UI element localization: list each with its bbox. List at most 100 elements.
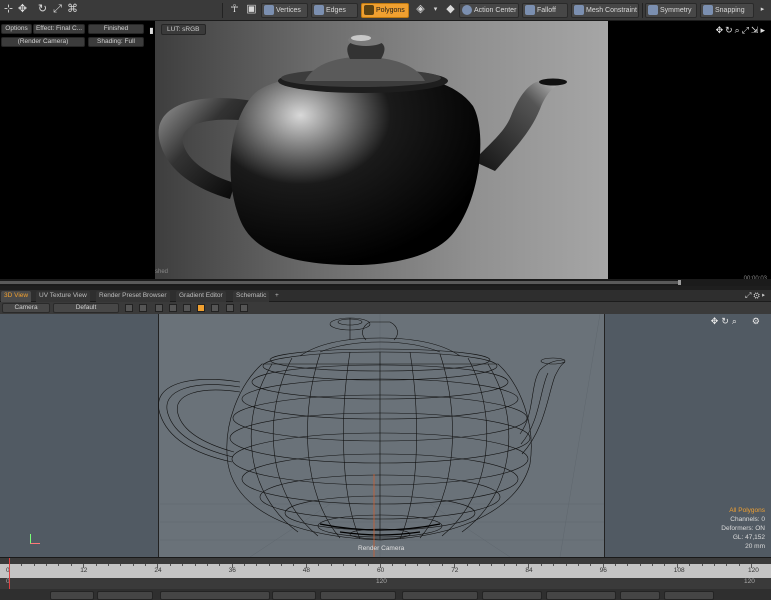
timeline-tick-mark	[392, 564, 394, 566]
timeline-tick-mark	[726, 564, 728, 566]
shaded-icon[interactable]	[155, 304, 163, 312]
timeline-tick-mark	[182, 564, 184, 566]
visibility-icon[interactable]	[183, 304, 191, 312]
timeline-tick-mark	[318, 564, 320, 566]
audio-controls[interactable]	[620, 591, 660, 600]
falloff-button[interactable]: Falloff	[522, 3, 568, 18]
timeline-tick-mark	[751, 564, 752, 568]
camera-dropdown[interactable]: Camera	[2, 303, 50, 313]
refresh-icon[interactable]: ↻	[725, 25, 735, 35]
timeline-tick-mark	[652, 564, 654, 566]
materials-mode-icon[interactable]: ◈	[414, 3, 427, 16]
bottom-button-1[interactable]	[50, 591, 94, 600]
timeline-tick-mark	[540, 564, 542, 566]
zoom-icon[interactable]: ⌕	[732, 316, 740, 326]
timeline-tick-mark	[206, 564, 208, 566]
gear-icon[interactable]: ⚙	[753, 291, 761, 300]
component-mode-icon[interactable]: ◆	[444, 3, 457, 16]
timeline-tick-mark	[256, 564, 258, 566]
record-controls[interactable]	[482, 591, 542, 600]
timeline-tick-mark	[553, 564, 555, 566]
play-icon[interactable]: ▸	[760, 25, 767, 35]
timeline-tick-mark	[355, 564, 357, 566]
key-button[interactable]	[402, 591, 478, 600]
axis-gizmo	[30, 534, 40, 544]
timeline-tick-mark	[231, 564, 233, 568]
bottom-button-3[interactable]	[160, 591, 270, 600]
pose-tool-icon[interactable]: ☥	[228, 3, 241, 16]
mesh-constraint-button[interactable]: Mesh Constraint	[571, 3, 639, 18]
timeline-tick-mark	[380, 564, 381, 568]
tab-render-preset-browser[interactable]: Render Preset Browser	[96, 291, 170, 302]
timeline-tick-mark	[83, 564, 85, 568]
chevron-down-icon[interactable]: ▾	[429, 3, 442, 16]
edges-button[interactable]: Edges	[311, 3, 358, 18]
timeline-tick-mark	[95, 564, 97, 566]
shadow-icon[interactable]	[240, 304, 248, 312]
add-tab-button[interactable]: +	[272, 291, 282, 302]
fit-icon[interactable]: ⤢	[742, 25, 751, 35]
item-mode-icon[interactable]: ▣	[245, 3, 258, 16]
move-tool-icon[interactable]: ✥	[16, 3, 29, 16]
chevron-right-icon[interactable]: ▸	[762, 291, 767, 300]
rendered-teapot-image	[158, 34, 567, 265]
timeline-tick-mark	[565, 564, 567, 566]
scale-tool-icon[interactable]: ⤢	[51, 3, 64, 16]
tab-uv-texture-view[interactable]: UV Texture View	[36, 291, 90, 302]
vertices-button[interactable]: Vertices	[261, 3, 308, 18]
texture-icon[interactable]	[169, 304, 177, 312]
rotate-tool-icon[interactable]: ↻	[36, 3, 49, 16]
settings-controls[interactable]	[664, 591, 714, 600]
render-view[interactable]: LUT: sRGB shed	[155, 21, 608, 279]
select-tool-icon[interactable]: ⊹	[2, 3, 15, 16]
snapping-button[interactable]: Snapping	[700, 3, 754, 18]
zoom-icon[interactable]: ⌕	[735, 25, 742, 35]
shading-dropdown[interactable]: Shading: Full	[88, 37, 144, 47]
tab-3d-view[interactable]: 3D View	[1, 291, 32, 302]
wireframe-icon[interactable]	[139, 304, 147, 312]
playback-controls[interactable]	[320, 591, 396, 600]
tab-schematic[interactable]: Schematic	[233, 291, 270, 302]
wireframe-mode-icon[interactable]	[197, 304, 205, 312]
tab-gradient-editor[interactable]: Gradient Editor	[176, 291, 226, 302]
selection-mode-label: All Polygons	[729, 507, 765, 514]
effect-dropdown[interactable]: Effect: Final C...	[33, 24, 85, 34]
timeline-tick-label: 24	[154, 567, 162, 574]
timeline-tick-mark	[367, 564, 369, 566]
timeline-playhead[interactable]	[9, 558, 10, 590]
3d-viewport[interactable]: ✥↻⌕ ⚙ All Polygons Channels: 0 Deformers:…	[0, 314, 771, 557]
current-frame-field[interactable]	[272, 591, 316, 600]
lighting-icon[interactable]	[211, 304, 219, 312]
timeline[interactable]: 0 12 24 36 48 60 72 84 96 108 120 0 120 120	[0, 557, 771, 590]
rotate-icon[interactable]: ↻	[721, 316, 732, 326]
polygons-button[interactable]: Polygons	[361, 3, 409, 18]
render-progress-handle[interactable]	[678, 280, 682, 285]
timeline-tick-mark	[268, 564, 270, 566]
ambient-icon[interactable]	[226, 304, 234, 312]
transform-tool-icon[interactable]: ⌘	[66, 3, 79, 16]
grid-icon[interactable]	[125, 304, 133, 312]
tabbar-controls: ⤢⚙▸	[745, 291, 767, 301]
chevron-right-icon[interactable]: ▸	[756, 3, 769, 16]
move-icon[interactable]: ✥	[716, 25, 726, 35]
timeline-tick-mark	[58, 564, 60, 566]
timeline-ruler[interactable]: 0 12 24 36 48 60 72 84 96 108 120	[0, 564, 771, 578]
action-center-button[interactable]: Action Center	[459, 3, 519, 18]
style-dropdown[interactable]: Default	[53, 303, 119, 313]
timeline-tick-mark	[330, 564, 332, 566]
action-center-icon	[462, 5, 472, 15]
timeline-tick-mark	[404, 564, 406, 566]
render-camera-dropdown[interactable]: (Render Camera)	[1, 37, 85, 47]
move-icon[interactable]: ✥	[711, 316, 722, 326]
camera-name-label: Render Camera	[358, 545, 405, 552]
timeline-tick-mark	[305, 564, 307, 568]
timeline-tick-mark	[243, 564, 245, 566]
main-toolbar: ⊹ ✥ ↻ ⤢ ⌘ ☥ ▣ Vertices Edges Polygons ◈ …	[0, 0, 771, 21]
options-button[interactable]: Options	[1, 24, 32, 34]
edges-icon	[314, 5, 324, 15]
bottom-button-2[interactable]	[97, 591, 153, 600]
symmetry-button[interactable]: Symmetry	[645, 3, 697, 18]
time-controls[interactable]	[546, 591, 616, 600]
gear-icon[interactable]: ⚙	[752, 316, 763, 326]
vertices-icon	[264, 5, 274, 15]
